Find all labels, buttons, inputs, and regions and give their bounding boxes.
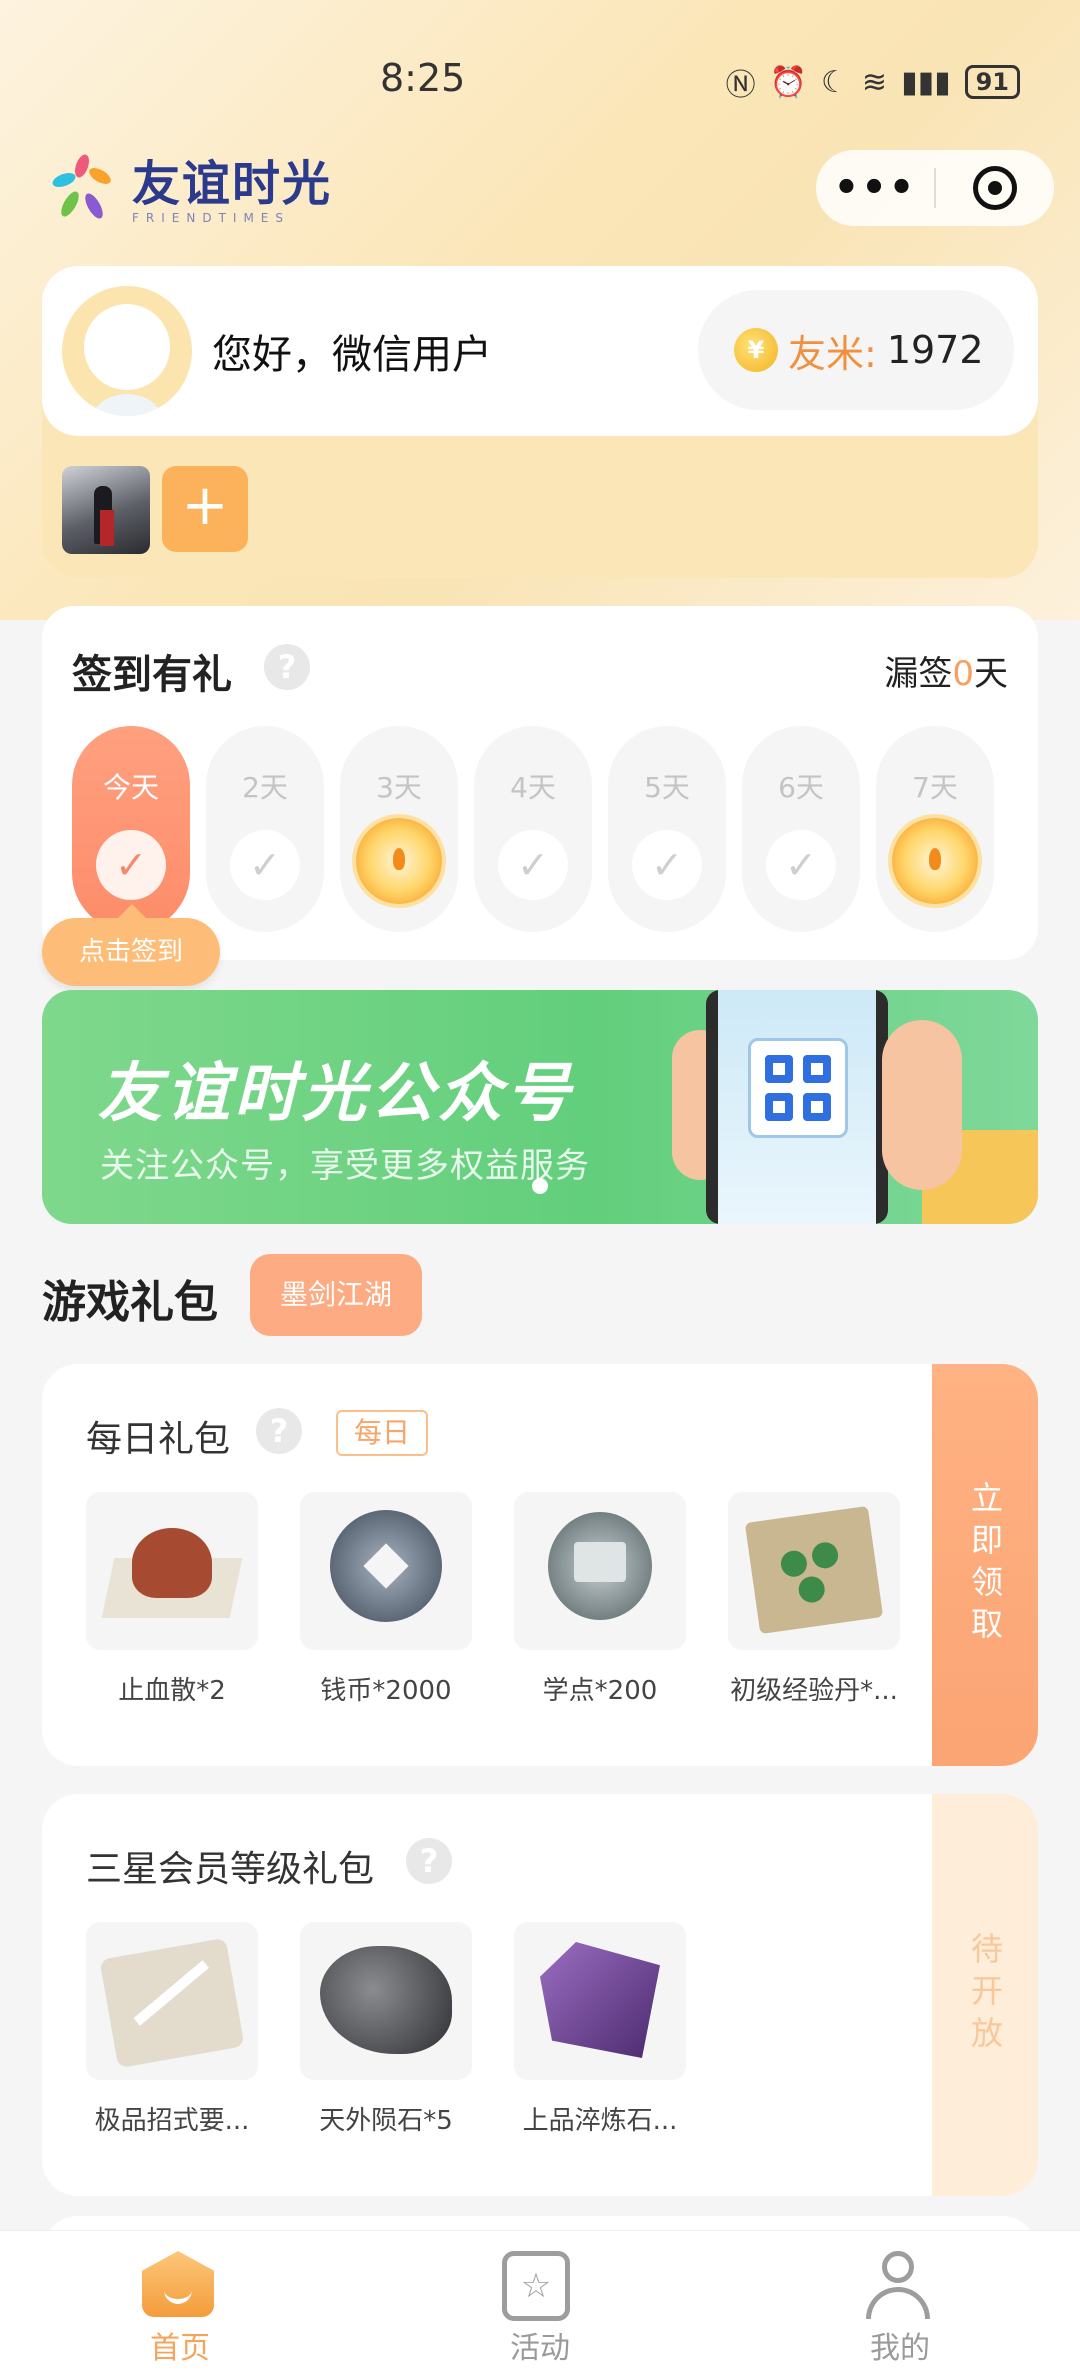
battery-icon: 91	[964, 65, 1020, 99]
more-menu-button[interactable]: •••	[816, 150, 934, 226]
signin-day-1[interactable]: 今天 ✓	[72, 726, 190, 932]
gift-item-name: 初级经验丹*...	[730, 1676, 898, 1706]
gift-coin-icon	[892, 818, 978, 904]
logo-subtext: FRIENDTIMES	[132, 211, 290, 225]
exp-pill-icon	[728, 1492, 900, 1650]
gift-item[interactable]: 学点*200	[514, 1492, 686, 1707]
help-icon[interactable]: ?	[406, 1838, 452, 1884]
gift-item-name: 止血散*2	[118, 1676, 226, 1706]
gift-item-name: 上品淬炼石...	[522, 2106, 678, 2136]
status-icons: Ⓝ ⏰ ☾ ≋ ▮▮▮ 91	[726, 60, 1020, 104]
claim-now-button[interactable]: 立即领取	[932, 1364, 1038, 1766]
section-title-game-gifts: 游戏礼包	[42, 1277, 218, 1328]
tab-mine[interactable]: 我的	[720, 2231, 1080, 2376]
logo-mark-icon	[52, 154, 111, 219]
gift-item[interactable]: 钱币*2000	[300, 1492, 472, 1707]
signin-button[interactable]: 点击签到	[42, 904, 220, 986]
logo-text: 友谊时光	[132, 156, 333, 212]
gift-items: 极品招式要... 天外陨石*5 上品淬炼石...	[86, 1922, 926, 2136]
gift-items: 止血散*2 钱币*2000 学点*200 初级经验丹*...	[86, 1492, 926, 1706]
daily-gift-card: 每日礼包 ? 每日 止血散*2 钱币*2000 学点*200 初级经验丹*...…	[42, 1364, 1038, 1766]
banner-subtitle: 关注公众号，享受更多权益服务	[100, 1146, 590, 1186]
status-bar: 8:25 Ⓝ ⏰ ☾ ≋ ▮▮▮ 91	[0, 0, 1080, 150]
skill-scroll-icon	[86, 1922, 258, 2080]
signin-days: 今天 ✓ 2天 ✓ 3天 4天 ✓ 5天 ✓ 6天 ✓ 7天	[72, 726, 1012, 932]
coin-label: 友米:	[788, 331, 877, 376]
signin-title: 签到有礼	[72, 652, 232, 698]
bound-game-thumbnail[interactable]	[62, 466, 150, 554]
home-icon	[142, 2251, 218, 2321]
gift-item[interactable]: 上品淬炼石...	[514, 1922, 686, 2137]
gift-item[interactable]: 极品招式要...	[86, 1922, 258, 2137]
alarm-icon: ⏰	[769, 64, 808, 100]
signin-day-3[interactable]: 3天	[340, 726, 458, 932]
help-icon[interactable]: ?	[256, 1408, 302, 1454]
gift-title: 每日礼包	[86, 1419, 231, 1460]
gift-item-name: 钱币*2000	[320, 1676, 452, 1706]
tab-home[interactable]: 首页	[0, 2231, 360, 2376]
status-time: 8:25	[380, 56, 466, 100]
user-card: 您好，微信用户 ¥ 友米: 1972	[42, 266, 1038, 436]
avatar[interactable]	[62, 286, 192, 416]
app-logo: 友谊时光 FRIENDTIMES	[42, 150, 332, 232]
signin-day-6[interactable]: 6天 ✓	[742, 726, 860, 932]
game-selector[interactable]: 墨剑江湖	[250, 1254, 422, 1336]
member-gift-card: 三星会员等级礼包 ? 极品招式要... 天外陨石*5 上品淬炼石... 待开放	[42, 1794, 1038, 2196]
target-icon	[973, 166, 1017, 210]
gift-item-name: 天外陨石*5	[319, 2106, 453, 2136]
tab-activity[interactable]: ☆ 活动	[360, 2231, 720, 2376]
meteorite-icon	[300, 1922, 472, 2080]
tab-label: 首页	[150, 2331, 210, 2366]
bottom-tab-bar: 首页 ☆ 活动 我的	[0, 2230, 1080, 2376]
wifi-icon: ≋	[861, 64, 888, 100]
nfc-icon: Ⓝ	[725, 68, 756, 103]
tab-label: 我的	[870, 2331, 930, 2366]
signal-5g-icon: ▮▮▮	[901, 64, 951, 100]
gift-item[interactable]: 止血散*2	[86, 1492, 258, 1707]
missed-signin-count: 漏签0天	[884, 654, 1008, 694]
hemostatic-powder-icon	[86, 1492, 258, 1650]
study-point-icon	[514, 1492, 686, 1650]
gift-item[interactable]: 天外陨石*5	[300, 1922, 472, 2137]
check-icon: ✓	[498, 830, 568, 900]
gift-title: 三星会员等级礼包	[86, 1849, 375, 1890]
gift-item-name: 极品招式要...	[94, 2106, 250, 2136]
add-game-button[interactable]: +	[162, 466, 248, 552]
qr-code-icon	[748, 1038, 848, 1138]
close-miniprogram-button[interactable]	[936, 166, 1054, 210]
gift-item[interactable]: 初级经验丹*...	[728, 1492, 900, 1707]
refining-stone-icon	[514, 1922, 686, 2080]
help-icon[interactable]: ?	[264, 644, 310, 690]
user-icon	[862, 2251, 938, 2321]
gift-coin-icon	[356, 818, 442, 904]
tab-label: 活动	[510, 2331, 570, 2366]
miniprogram-capsule: •••	[816, 150, 1054, 226]
signin-day-4[interactable]: 4天 ✓	[474, 726, 592, 932]
hand-illustration	[882, 1020, 962, 1190]
daily-tag: 每日	[336, 1410, 428, 1456]
signin-card: 签到有礼 ? 漏签0天 今天 ✓ 2天 ✓ 3天 4天 ✓ 5天 ✓ 6天 ✓ …	[42, 606, 1038, 960]
coin-value: 1972	[886, 328, 984, 372]
official-account-banner[interactable]: 友谊时光公众号 关注公众号，享受更多权益服务	[42, 990, 1038, 1224]
moon-icon: ☾	[821, 64, 848, 100]
copper-coin-icon	[300, 1492, 472, 1650]
star-badge-icon: ☆	[502, 2251, 578, 2321]
signin-day-5[interactable]: 5天 ✓	[608, 726, 726, 932]
pending-open-button[interactable]: 待开放	[932, 1794, 1038, 2196]
check-icon: ✓	[96, 830, 166, 900]
coin-balance[interactable]: ¥ 友米: 1972	[698, 290, 1014, 410]
greeting-text: 您好，微信用户	[212, 332, 492, 378]
gift-item-name: 学点*200	[542, 1676, 658, 1706]
check-icon: ✓	[632, 830, 702, 900]
signin-day-2[interactable]: 2天 ✓	[206, 726, 324, 932]
signin-day-7[interactable]: 7天	[876, 726, 994, 932]
check-icon: ✓	[766, 830, 836, 900]
banner-title: 友谊时光公众号	[98, 1057, 574, 1131]
coin-icon: ¥	[734, 328, 778, 372]
carousel-indicator	[532, 1178, 548, 1194]
check-icon: ✓	[230, 830, 300, 900]
